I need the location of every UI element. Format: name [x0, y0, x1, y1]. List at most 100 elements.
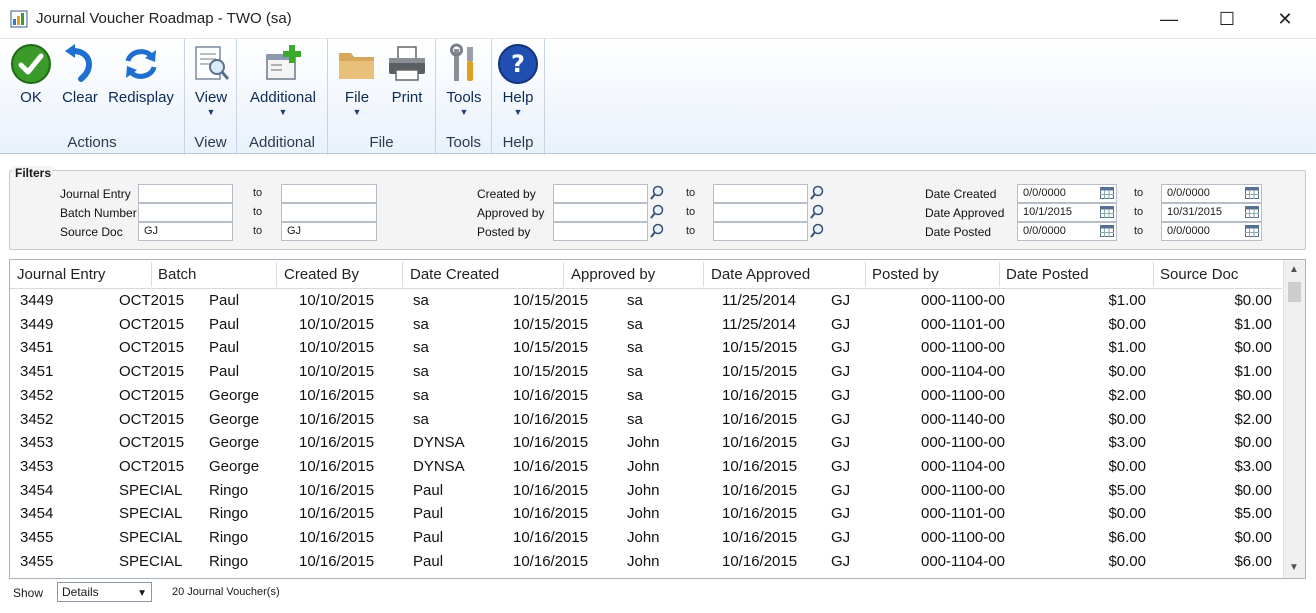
- column-header-approved-by[interactable]: Approved by: [571, 266, 655, 283]
- scroll-down-icon[interactable]: ▼: [1289, 562, 1299, 573]
- table-cell: GJ: [831, 481, 851, 499]
- table-cell: sa: [627, 363, 643, 381]
- minimize-button[interactable]: —: [1140, 0, 1198, 38]
- lookup-icon[interactable]: [649, 223, 665, 239]
- record-count: 20 Journal Voucher(s): [172, 586, 280, 598]
- column-divider[interactable]: [865, 262, 866, 287]
- created-by-label: Created by: [477, 187, 536, 201]
- ok-button[interactable]: OK: [8, 43, 54, 106]
- table-cell: sa: [413, 339, 429, 357]
- show-select[interactable]: Details ▼: [57, 582, 152, 602]
- table-cell: 3451: [20, 339, 54, 357]
- table-cell: 10/16/2015: [722, 529, 798, 546]
- table-row[interactable]: 3451 OCT2015 Paul 10/10/2015 sa 10/15/2015 sa 1…: [10, 360, 1282, 384]
- table-cell: OCT2015: [119, 386, 185, 404]
- column-divider[interactable]: [563, 262, 564, 287]
- posted-by-from-field[interactable]: [553, 222, 648, 241]
- help-icon: ?: [498, 44, 538, 84]
- column-divider[interactable]: [703, 262, 704, 287]
- lookup-icon[interactable]: [809, 223, 825, 239]
- view-button[interactable]: View ▼: [189, 43, 233, 118]
- table-cell: 10/15/2015: [513, 292, 589, 309]
- lookup-icon[interactable]: [809, 185, 825, 201]
- batch-number-from-field[interactable]: [138, 203, 233, 222]
- journal-entry-label: Journal Entry: [60, 187, 131, 201]
- column-divider[interactable]: [999, 262, 1000, 287]
- column-header-created-by[interactable]: Created By: [284, 266, 359, 283]
- column-divider[interactable]: [276, 262, 277, 287]
- tools-button[interactable]: Tools ▼: [442, 43, 486, 118]
- table-row[interactable]: 3453 OCT2015 George 10/16/2015 DYNSA 10/16/20…: [10, 455, 1282, 479]
- scroll-up-icon[interactable]: ▲: [1289, 264, 1299, 275]
- table-cell: $0.00: [1108, 315, 1146, 333]
- help-label: Help: [502, 89, 534, 106]
- table-cell: DYNSA: [413, 434, 465, 452]
- created-by-from-field[interactable]: [553, 184, 648, 203]
- calendar-icon[interactable]: [1100, 206, 1114, 218]
- calendar-icon[interactable]: [1100, 225, 1114, 237]
- table-row[interactable]: 3454 SPECIAL Ringo 10/16/2015 Paul 10/16/2015…: [10, 479, 1282, 503]
- table-row[interactable]: 3451 OCT2015 Paul 10/10/2015 sa 10/15/2015 sa 1…: [10, 336, 1282, 360]
- table-cell: Paul: [209, 363, 240, 381]
- calendar-icon[interactable]: [1100, 187, 1114, 199]
- table-cell: sa: [413, 315, 429, 333]
- table-cell: George: [209, 457, 260, 475]
- column-header-date-posted[interactable]: Date Posted: [1006, 266, 1089, 283]
- batch-number-to-field[interactable]: [281, 203, 377, 222]
- created-by-to-field[interactable]: [713, 184, 808, 203]
- table-cell: 10/16/2015: [513, 434, 589, 452]
- file-button[interactable]: File ▼: [336, 43, 378, 118]
- table-row[interactable]: 3453 OCT2015 George 10/16/2015 DYNSA 10/16/20…: [10, 431, 1282, 455]
- table-row[interactable]: 3449 OCT2015 Paul 10/10/2015 sa 10/15/2015 sa 1…: [10, 289, 1282, 313]
- column-divider[interactable]: [151, 262, 152, 287]
- column-header-batch[interactable]: Batch: [158, 266, 196, 283]
- ok-label: OK: [20, 89, 42, 106]
- table-cell: 3455: [20, 552, 54, 570]
- table-row[interactable]: 3455 SPECIAL Ringo 10/16/2015 Paul 10/16/2015…: [10, 526, 1282, 550]
- table-cell: 10/16/2015: [722, 386, 798, 404]
- approved-by-from-field[interactable]: [553, 203, 648, 222]
- table-cell: sa: [413, 386, 429, 404]
- table-cell: 10/16/2015: [513, 552, 589, 570]
- column-header-journal-entry[interactable]: Journal Entry: [17, 266, 105, 283]
- clear-button[interactable]: Clear: [58, 43, 102, 106]
- table-row[interactable]: 3455 SPECIAL Ringo 10/16/2015 Paul 10/16/2015…: [10, 550, 1282, 574]
- vertical-scrollbar[interactable]: ▲ ▼: [1283, 260, 1305, 578]
- lookup-icon[interactable]: [649, 185, 665, 201]
- journal-entry-from-field[interactable]: [138, 184, 233, 203]
- close-button[interactable]: ✕: [1256, 0, 1314, 38]
- redisplay-button[interactable]: Redisplay: [106, 43, 176, 106]
- scrollbar-thumb[interactable]: [1288, 282, 1301, 302]
- posted-by-to-field[interactable]: [713, 222, 808, 241]
- calendar-icon[interactable]: [1245, 206, 1259, 218]
- column-divider[interactable]: [1153, 262, 1154, 287]
- calendar-icon[interactable]: [1245, 225, 1259, 237]
- maximize-button[interactable]: ☐: [1198, 0, 1256, 38]
- table-row[interactable]: 3452 OCT2015 George 10/16/2015 sa 10/16/2015 s…: [10, 384, 1282, 408]
- table-cell: 10/16/2015: [722, 434, 798, 452]
- column-header-source-doc[interactable]: Source Doc: [1160, 266, 1238, 283]
- table-cell: George: [209, 386, 260, 404]
- column-divider[interactable]: [402, 262, 403, 287]
- source-doc-from-field[interactable]: GJ: [138, 222, 233, 241]
- ribbon-group-additional: Additional ▼ Additional: [237, 39, 328, 155]
- additional-button[interactable]: Additional ▼: [245, 43, 321, 118]
- column-header-date-created[interactable]: Date Created: [410, 266, 499, 283]
- table-cell: 10/10/2015: [299, 315, 375, 333]
- date-approved-label: Date Approved: [925, 206, 1005, 220]
- column-header-posted-by[interactable]: Posted by: [872, 266, 939, 283]
- journal-entry-to-field[interactable]: [281, 184, 377, 203]
- calendar-icon[interactable]: [1245, 187, 1259, 199]
- approved-by-to-field[interactable]: [713, 203, 808, 222]
- column-header-date-approved[interactable]: Date Approved: [711, 266, 810, 283]
- table-row[interactable]: 3454 SPECIAL Ringo 10/16/2015 Paul 10/16/2015…: [10, 502, 1282, 526]
- to-label: to: [686, 187, 696, 199]
- table-row[interactable]: 3452 OCT2015 George 10/16/2015 sa 10/16/2015 s…: [10, 408, 1282, 432]
- print-button[interactable]: Print: [384, 43, 430, 106]
- help-button[interactable]: ? Help ▼: [496, 43, 540, 118]
- lookup-icon[interactable]: [649, 204, 665, 220]
- lookup-icon[interactable]: [809, 204, 825, 220]
- table-row[interactable]: 3449 OCT2015 Paul 10/10/2015 sa 10/15/2015 sa 1…: [10, 313, 1282, 337]
- source-doc-to-field[interactable]: GJ: [281, 222, 377, 241]
- table-cell: Paul: [413, 529, 444, 546]
